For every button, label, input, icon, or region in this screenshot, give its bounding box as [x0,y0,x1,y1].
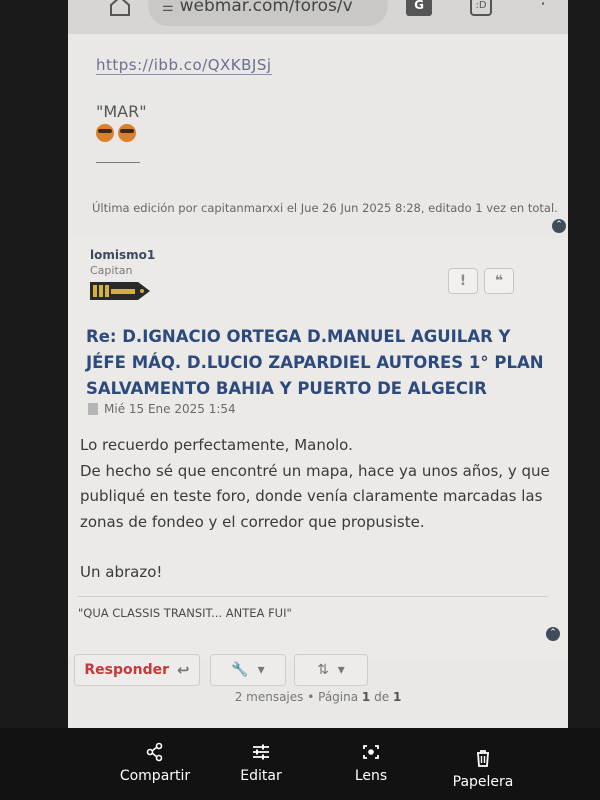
chevron-down-icon: ▾ [257,662,265,678]
page-label: Página [318,690,359,704]
post-body-line: Lo recuerdo perfectamente, Manolo. [80,436,353,454]
sort-dropdown[interactable]: ⇅ ▾ [294,654,368,686]
post-title[interactable]: Re: D.IGNACIO ORTEGA D.MANUEL AGUILAR Y … [86,324,556,402]
page-of: de [374,690,390,704]
sliders-icon [250,742,272,762]
tabs-count-button[interactable]: :D [470,0,492,16]
post-date: Mié 15 Ene 2025 1:54 [104,402,236,416]
reply-label: Responder [84,662,170,678]
total-pages: 1 [392,690,402,704]
post-body-line: De hecho sé que encontré un mapa, hace y… [80,461,550,531]
sort-icon: ⇅ [317,662,329,678]
previous-post-tail: https://ibb.co/QXKBJSj "MAR" Última edic… [68,34,568,234]
post-body-line: Un abrazo! [80,563,163,581]
post-meta: Mié 15 Ene 2025 1:54 [88,402,236,416]
site-settings-icon[interactable]: ⚌ [162,0,174,15]
lens-icon [360,742,382,762]
last-edit-note: Última edición por capitanmarxxi el Jue … [92,201,558,215]
edit-action[interactable]: Editar [206,742,316,784]
post-body-line [80,535,560,560]
author-rank: Capitan [90,264,133,277]
sunglasses-emoji-icon [96,124,114,142]
share-icon [144,742,166,762]
wrench-icon: 🔧 [231,662,249,678]
reply-arrow-icon: ↩ [177,661,190,679]
topic-tools-dropdown[interactable]: 🔧 ▾ [210,654,286,686]
home-icon[interactable] [108,0,132,18]
signature-divider [78,596,548,597]
report-button[interactable]: ! [448,268,478,294]
browser-toolbar: ⚌ webmar.com/foros/v G :D ⋮ [68,0,568,34]
pagination: 2 mensajes • Página 1 de 1 [234,690,402,704]
rank-insignia-icon [90,282,150,300]
image-link[interactable]: https://ibb.co/QXKBJSj [96,56,272,75]
more-menu-icon[interactable]: ⋮ [534,0,552,20]
current-page[interactable]: 1 [362,690,370,704]
trash-icon [472,748,494,768]
topic-toolbar: Responder ↩ 🔧 ▾ ⇅ ▾ [68,650,568,690]
signature-emojis [96,124,136,142]
back-to-top-icon[interactable]: ⌃ [552,219,566,233]
chevron-down-icon: ▾ [337,662,345,678]
signature-quote: "QUA CLASSIS TRANSIT... ANTEA FUI" [78,606,292,620]
back-to-top-icon[interactable]: ⌃ [546,627,560,641]
url-bar[interactable]: ⚌ webmar.com/foros/v [148,0,388,26]
share-action[interactable]: Compartir [100,742,210,784]
trash-label: Papelera [452,774,514,790]
edit-label: Editar [240,768,282,784]
post-author[interactable]: lomismo1 [90,248,155,262]
lens-action[interactable]: Lens [316,742,426,784]
sunglasses-emoji-icon [118,124,136,142]
signature-name: "MAR" [96,102,147,121]
quote-button[interactable]: ❝ [484,268,514,294]
post-document-icon[interactable] [88,403,98,415]
post-body: Lo recuerdo perfectamente, Manolo. De he… [80,433,560,586]
lens-label: Lens [354,768,388,784]
signature-divider [96,162,140,163]
reply-button[interactable]: Responder ↩ [74,654,200,686]
phone-screen: ⚌ webmar.com/foros/v G :D ⋮ https://ibb.c… [68,0,568,728]
url-text: webmar.com/foros/v [179,0,353,16]
share-label: Compartir [119,768,191,784]
trash-action[interactable]: Papelera [428,748,538,790]
gallery-action-bar: Compartir Editar Lens Papelera [0,728,600,800]
translate-icon[interactable]: G [406,0,432,16]
post: lomismo1 Capitan ! ❝ Re: D.IGNACIO ORTEG… [68,238,568,660]
message-count: 2 mensajes [234,690,304,704]
